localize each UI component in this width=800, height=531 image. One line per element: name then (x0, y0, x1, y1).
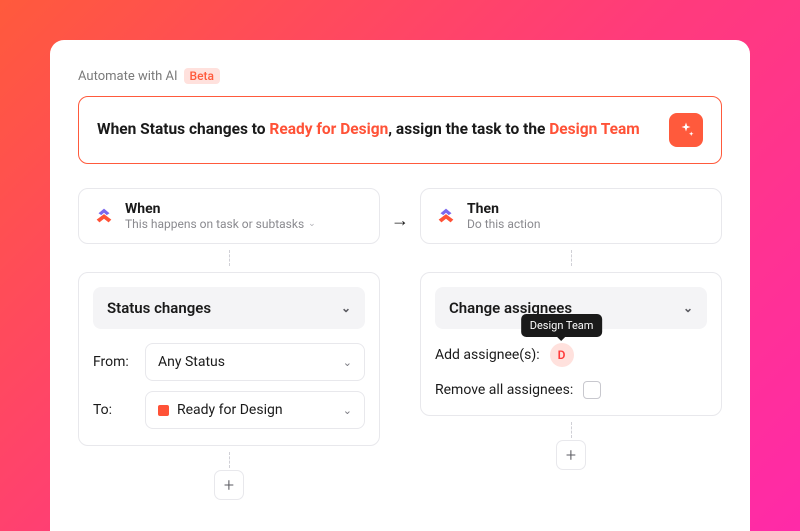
add-action-button[interactable]: + (556, 440, 586, 470)
chevron-down-icon: ⌄ (341, 301, 351, 315)
prompt-seg-0: When Status changes to (97, 120, 269, 138)
from-label: From: (93, 354, 137, 370)
chevron-down-icon: ⌄ (343, 404, 352, 417)
plus-icon: + (224, 475, 234, 496)
automation-builder-window: Automate with AI Beta When Status change… (50, 40, 750, 531)
remove-assignees-label: Remove all assignees: (435, 382, 573, 398)
trigger-type-select[interactable]: Status changes ⌄ (93, 287, 365, 329)
avatar: D (550, 343, 574, 367)
connector-line (229, 452, 230, 468)
when-subtitle: This happens on task or subtasks (125, 217, 304, 231)
assignee-chip[interactable]: Design Team D (550, 343, 574, 367)
sparkle-icon (677, 121, 695, 139)
to-status-value: Ready for Design (177, 402, 283, 418)
chevron-down-icon: ⌄ (343, 356, 352, 369)
ai-prompt-text: When Status changes to Ready for Design,… (97, 119, 640, 141)
when-panel: Status changes ⌄ From: Any Status ⌄ To: … (78, 272, 380, 446)
ai-prompt-input[interactable]: When Status changes to Ready for Design,… (78, 96, 722, 164)
clickup-logo-icon (93, 205, 115, 227)
to-label: To: (93, 402, 137, 418)
when-header-card[interactable]: When This happens on task or subtasks ⌄ (78, 188, 380, 244)
then-panel: Change assignees ⌄ Add assignee(s): Desi… (420, 272, 722, 416)
from-status-dropdown[interactable]: Any Status ⌄ (145, 343, 365, 381)
automate-header: Automate with AI Beta (78, 68, 722, 84)
ai-generate-button[interactable] (669, 113, 703, 147)
then-column: Then Do this action Change assignees ⌄ A… (420, 188, 722, 470)
chevron-down-icon: ⌄ (308, 219, 316, 229)
assignee-tooltip: Design Team (521, 314, 603, 337)
remove-assignees-checkbox[interactable] (583, 381, 601, 399)
prompt-seg-2: , assign the task to the (388, 120, 549, 138)
connector-line (571, 422, 572, 438)
clickup-logo-icon (435, 205, 457, 227)
to-status-dropdown[interactable]: Ready for Design ⌄ (145, 391, 365, 429)
plus-icon: + (566, 445, 576, 466)
prompt-seg-1: Ready for Design (269, 120, 388, 138)
status-color-dot (158, 405, 169, 416)
prompt-seg-3: Design Team (549, 120, 640, 138)
when-column: When This happens on task or subtasks ⌄ … (78, 188, 380, 500)
builder-columns: When This happens on task or subtasks ⌄ … (78, 188, 722, 500)
trigger-type-label: Status changes (107, 299, 211, 317)
then-subtitle: Do this action (467, 217, 540, 231)
then-title: Then (467, 201, 540, 217)
from-status-value: Any Status (158, 354, 225, 370)
arrow-right-icon: → (380, 188, 420, 231)
when-title: When (125, 201, 316, 217)
add-assignee-label: Add assignee(s): (435, 347, 540, 363)
beta-badge: Beta (184, 68, 220, 84)
automate-label: Automate with AI (78, 69, 178, 84)
connector-line (571, 250, 572, 266)
add-trigger-button[interactable]: + (214, 470, 244, 500)
then-header-card[interactable]: Then Do this action (420, 188, 722, 244)
chevron-down-icon: ⌄ (683, 301, 693, 315)
connector-line (229, 250, 230, 266)
